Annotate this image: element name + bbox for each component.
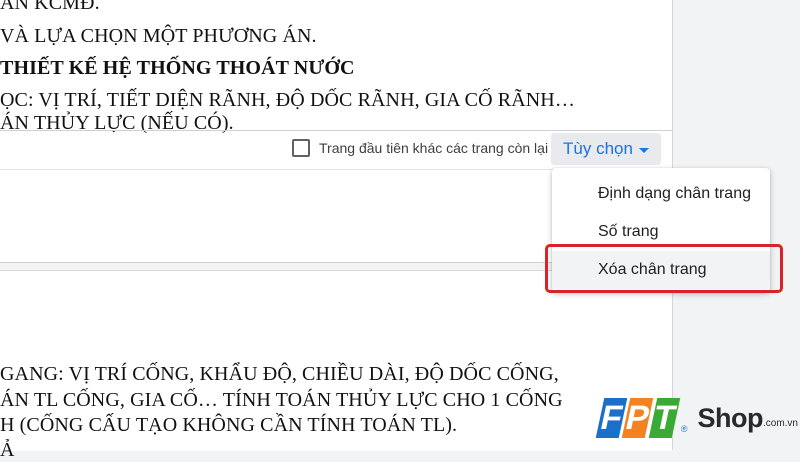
doc-line: ÁN THỦY LỰC (NẾU CÓ). — [0, 112, 234, 134]
options-button-label: Tùy chọn — [563, 139, 633, 158]
fptshop-logo: F P T ® Shop .com.vn — [595, 392, 798, 444]
doc-line: H (CỐNG CẤU TẠO KHÔNG CẦN TÍNH TOÁN TL). — [0, 414, 458, 436]
doc-line: ÁN KCMĐ. — [0, 0, 100, 14]
footer-options-menu: Định dạng chân trang Số trang Xóa chân t… — [552, 168, 770, 292]
menu-item-remove-footer[interactable]: Xóa chân trang — [552, 251, 770, 289]
footer-options-button[interactable]: Tùy chọn — [551, 133, 661, 165]
doc-line: ÁN TL CỐNG, GIA CỐ… TÍNH TOÁN THỦY LỰC C… — [0, 389, 563, 411]
doc-line: ỌC: VỊ TRÍ, TIẾT DIỆN RÃNH, ĐỘ DỐC RÃNH,… — [0, 89, 575, 111]
caret-down-icon — [638, 147, 649, 153]
shop-domain: .com.vn — [762, 417, 798, 429]
menu-item-page-number[interactable]: Số trang — [552, 213, 770, 251]
different-first-page-label[interactable]: Trang đầu tiên khác các trang còn lại — [319, 140, 548, 156]
registered-mark: ® — [680, 424, 688, 434]
doc-line-heading: THIẾT KẾ HỆ THỐNG THOÁT NƯỚC — [0, 57, 355, 79]
doc-line: VÀ LỰA CHỌN MỘT PHƯƠNG ÁN. — [0, 25, 317, 47]
doc-line: Ả — [0, 439, 15, 461]
menu-item-format-footer[interactable]: Định dạng chân trang — [552, 175, 770, 213]
footer-divider — [0, 130, 672, 131]
doc-line: GANG: VỊ TRÍ CỐNG, KHẨU ĐỘ, CHIỀU DÀI, Đ… — [0, 363, 559, 385]
different-first-page-checkbox[interactable] — [292, 139, 310, 157]
shop-wordmark: Shop — [697, 402, 763, 433]
fpt-logo-letter: T — [648, 398, 681, 438]
document-page-bottom[interactable]: GANG: VỊ TRÍ CỐNG, KHẨU ĐỘ, CHIỀU DÀI, Đ… — [0, 270, 672, 461]
